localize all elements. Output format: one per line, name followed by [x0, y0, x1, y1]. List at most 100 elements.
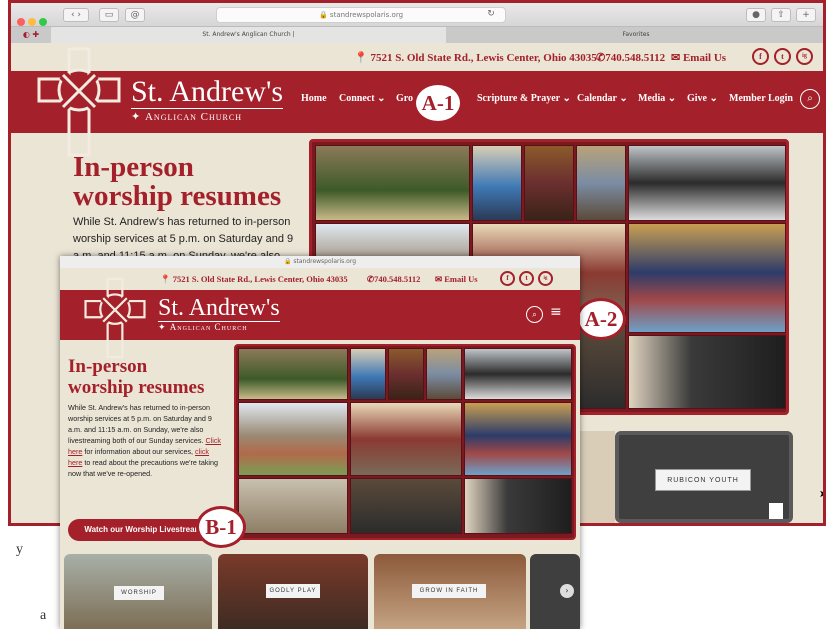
contact-bar: 📍 7521 S. Old State Rd., Lewis Center, O…: [11, 43, 823, 71]
mobile-email-link[interactable]: ✉ Email Us: [435, 274, 478, 285]
card-worship[interactable]: WORSHIP: [64, 554, 212, 629]
search-icon[interactable]: ⌕: [800, 89, 820, 109]
map-pin-icon: 📍: [160, 274, 171, 284]
photo-altar[interactable]: [315, 145, 470, 221]
brand-name: St. Andrew's: [131, 75, 284, 108]
services-link[interactable]: Click: [205, 436, 221, 445]
twitter-icon[interactable]: t: [774, 48, 791, 65]
nav-scripture-prayer[interactable]: Scripture & Prayer ⌄: [477, 93, 571, 104]
callout-a2: A-2: [576, 298, 626, 340]
card-grow-in-faith[interactable]: GROW IN FAITH: [374, 554, 526, 629]
nav-give[interactable]: Give ⌄: [687, 93, 718, 104]
mobile-phone-label: 740.548.5112: [374, 274, 421, 284]
email-link[interactable]: ✉ Email Us: [671, 51, 726, 64]
hamburger-menu-icon[interactable]: ≡: [550, 304, 562, 320]
new-tab-icon[interactable]: +: [796, 8, 816, 22]
photo-congregation[interactable]: [576, 145, 626, 221]
precautions-link[interactable]: here: [68, 458, 82, 467]
hero-body-line: now that we've re-opened.: [68, 469, 153, 478]
photo-greeting[interactable]: [628, 145, 786, 221]
mobile-phone-link[interactable]: ✆740.548.5112: [367, 274, 420, 285]
hero-body-text: for information about our services,: [82, 447, 196, 456]
brand-subtitle-text: Anglican Church: [144, 111, 242, 123]
hero-body-text: livestreaming both of our Sunday service…: [68, 436, 204, 445]
mobile-address-bar[interactable]: 🔒 standrewspolaris.org: [60, 256, 580, 268]
twitter-icon[interactable]: t: [519, 271, 534, 286]
celtic-cross-logo[interactable]: [31, 45, 127, 159]
photo-guitar[interactable]: [388, 348, 424, 400]
photo-livestream-camera[interactable]: [628, 335, 786, 409]
address-link[interactable]: 📍 7521 S. Old State Rd., Lewis Center, O…: [354, 51, 597, 64]
phone-label: 740.548.5112: [605, 52, 666, 64]
stray-text: a: [40, 608, 47, 623]
brand-subtitle: ✦ Anglican Church: [131, 108, 284, 123]
mouse-cursor-icon: ➤: [819, 489, 823, 500]
hero-title: In-person worship resumes: [73, 153, 281, 211]
phone-icon: ✆: [596, 52, 606, 64]
tab-active[interactable]: St. Andrew's Anglican Church |: [51, 27, 446, 43]
phone-link[interactable]: ✆740.548.5112: [596, 51, 665, 64]
nav-label: Give: [687, 93, 707, 104]
mobile-address-link[interactable]: 📍 7521 S. Old State Rd., Lewis Center, O…: [160, 274, 348, 285]
instagram-icon[interactable]: ig: [796, 48, 813, 65]
facebook-icon[interactable]: f: [752, 48, 769, 65]
address-text: standrewspolaris.org: [329, 11, 404, 19]
precautions-link[interactable]: click: [195, 447, 209, 456]
photo-livestream-camera[interactable]: [464, 478, 572, 534]
photo-greeting[interactable]: [464, 348, 572, 400]
tab-favorites[interactable]: Favorites: [446, 27, 823, 43]
carousel-arrow-icon[interactable]: ›: [560, 584, 574, 598]
photo-family[interactable]: [628, 223, 786, 333]
share-web-icon[interactable]: @: [125, 8, 145, 22]
instagram-icon[interactable]: ig: [538, 271, 553, 286]
brand-subtitle-text: Anglican Church: [169, 322, 248, 332]
mobile-hero-body: While St. Andrew's has returned to in-pe…: [68, 402, 240, 479]
close-window-icon[interactable]: [17, 18, 25, 26]
callout-a1: A-1: [413, 82, 463, 124]
hero-title-line: In-person: [73, 151, 194, 183]
extension-icon[interactable]: ●: [746, 8, 766, 22]
photo-man-blue-shirt[interactable]: [350, 348, 386, 400]
card-label: GODLY PLAY: [266, 584, 320, 598]
hero-body-line: a.m. and 11:15 a.m. on Sunday, we're als…: [68, 425, 204, 434]
nav-connect[interactable]: Connect ⌄: [339, 93, 385, 104]
nav-member-login[interactable]: Member Login: [729, 93, 793, 104]
photo-sanctuary[interactable]: [350, 402, 462, 476]
card-godly-play[interactable]: GODLY PLAY: [218, 554, 368, 629]
nav-media[interactable]: Media ⌄: [638, 93, 676, 104]
nav-groups[interactable]: Gro: [396, 93, 413, 104]
address-bar[interactable]: 🔒 standrewspolaris.org: [216, 7, 506, 23]
facebook-icon[interactable]: f: [500, 271, 515, 286]
photo-altar[interactable]: [238, 348, 348, 400]
pinned-tab-icons[interactable]: ◐ ✚: [11, 27, 51, 43]
photo-guitar[interactable]: [524, 145, 574, 221]
rubicon-youth-card[interactable]: RUBICON YOUTH: [615, 431, 793, 523]
photo-service[interactable]: [350, 478, 462, 534]
search-icon[interactable]: ⌕: [526, 306, 543, 323]
photo-church-building[interactable]: [238, 402, 348, 476]
tab-label: Favorites: [622, 31, 650, 38]
mobile-hero-title: In-person worship resumes: [68, 356, 204, 398]
share-icon[interactable]: ⇧: [771, 8, 791, 22]
zoom-window-icon[interactable]: [39, 18, 47, 26]
mobile-brand[interactable]: St. Andrew's ✦ Anglican Church: [158, 296, 280, 333]
mobile-view: 🔒 standrewspolaris.org 📍 7521 S. Old Sta…: [60, 256, 580, 629]
nav-calendar[interactable]: Calendar ⌄: [577, 93, 628, 104]
minimize-window-icon[interactable]: [28, 18, 36, 26]
envelope-icon: ✉: [671, 52, 681, 64]
photo-congregation[interactable]: [426, 348, 462, 400]
nav-home[interactable]: Home: [301, 93, 327, 104]
photo-lectern[interactable]: [238, 478, 348, 534]
reload-icon[interactable]: ↻: [481, 8, 501, 22]
sidebar-icon[interactable]: ▭: [99, 8, 119, 22]
photo-man-blue-shirt[interactable]: [472, 145, 522, 221]
services-link[interactable]: here: [68, 447, 82, 456]
address-label: 7521 S. Old State Rd., Lewis Center, Ohi…: [370, 52, 597, 64]
photo-family[interactable]: [464, 402, 572, 476]
card-partial[interactable]: ›: [530, 554, 580, 629]
site-brand[interactable]: St. Andrew's ✦ Anglican Church: [131, 75, 284, 123]
celtic-cross-logo[interactable]: [78, 276, 152, 360]
brand-subtitle: ✦ Anglican Church: [158, 321, 280, 333]
nav-label: Media: [638, 93, 666, 104]
back-forward-icon[interactable]: ‹ ›: [63, 8, 89, 22]
